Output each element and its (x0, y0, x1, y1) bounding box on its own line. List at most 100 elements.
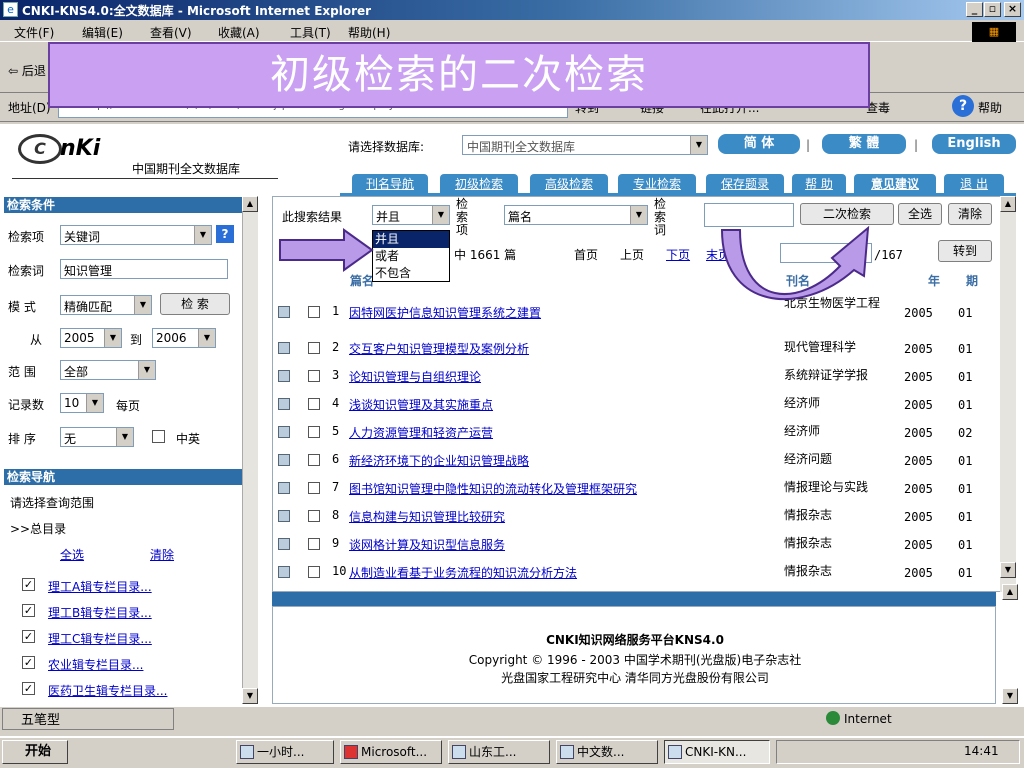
count-select-value: 10 (64, 396, 80, 410)
help-button[interactable]: 帮助 (978, 99, 1002, 116)
scroll-down-icon[interactable]: ▼ (1000, 562, 1016, 578)
result-title-link[interactable]: 图书馆知识管理中隐性知识的流动转化及管理框架研究 (349, 480, 637, 497)
ime-bar[interactable]: 五笔型 (2, 708, 174, 730)
result-title-link[interactable]: 谈网格计算及知识型信息服务 (349, 536, 505, 553)
result-title-link[interactable]: 人力资源管理和轻资产运营 (349, 424, 493, 441)
save-record-icon[interactable] (278, 454, 290, 466)
ime-name: 五笔型 (21, 713, 61, 728)
result-title-link[interactable]: 从制造业看基于业务流程的知识流分析方法 (349, 564, 577, 581)
start-button[interactable]: 开始 (2, 740, 68, 764)
results-scrollbar[interactable] (1000, 196, 1016, 592)
catalog-item[interactable]: 农业辑专栏目录... (48, 656, 143, 673)
jump-button[interactable]: 转到 (938, 240, 992, 262)
task-button[interactable]: 中文数... (556, 740, 658, 764)
save-record-icon[interactable] (278, 342, 290, 354)
catalog-item[interactable]: 理工B辑专栏目录... (48, 604, 152, 621)
save-record-icon[interactable] (278, 370, 290, 382)
back-button[interactable]: ⇦ 后退 (8, 62, 46, 79)
year-from-value: 2005 (64, 331, 95, 345)
cnki-logo-text: nKi (60, 136, 101, 161)
row-checkbox[interactable] (308, 370, 320, 382)
task-button-active[interactable]: CNKI-KN... (664, 740, 770, 764)
minimize-button[interactable]: _ (966, 2, 983, 17)
catalog-checkbox[interactable]: ✓ (22, 578, 35, 591)
result-title-link[interactable]: 论知识管理与自组织理论 (349, 368, 481, 385)
task-button[interactable]: 一小时... (236, 740, 334, 764)
save-record-icon[interactable] (278, 482, 290, 494)
zhongying-checkbox[interactable] (152, 430, 165, 443)
select-all-button[interactable]: 全选 (898, 203, 942, 225)
catalog-item[interactable]: 医药卫生辑专栏目录... (48, 682, 167, 699)
count-select[interactable]: 10 ▼ (60, 393, 104, 413)
scroll-down-icon[interactable]: ▼ (1002, 688, 1018, 704)
select-all-link[interactable]: 全选 (60, 546, 84, 563)
english-button[interactable]: English (932, 134, 1016, 154)
year-from-select[interactable]: 2005 ▼ (60, 328, 122, 348)
menu-tools[interactable]: 工具(T) (290, 24, 331, 41)
save-record-icon[interactable] (278, 566, 290, 578)
year-to-select[interactable]: 2006 ▼ (152, 328, 216, 348)
catalog-checkbox[interactable]: ✓ (22, 630, 35, 643)
row-checkbox[interactable] (308, 538, 320, 550)
scroll-up-icon[interactable]: ▲ (1000, 196, 1016, 212)
traditional-button[interactable]: 繁 體 (822, 134, 906, 154)
menu-help[interactable]: 帮助(H) (348, 24, 390, 41)
save-record-icon[interactable] (278, 510, 290, 522)
result-title-link[interactable]: 浅谈知识管理及其实施重点 (349, 396, 493, 413)
row-checkbox[interactable] (308, 566, 320, 578)
search-button[interactable]: 检 索 (160, 293, 230, 315)
help-icon[interactable]: ? (952, 95, 974, 117)
clear-button[interactable]: 清除 (948, 203, 992, 225)
result-year: 2005 (904, 342, 933, 356)
result-journal: 现代管理科学 (784, 340, 857, 354)
catalog-checkbox[interactable]: ✓ (22, 656, 35, 669)
menu-favorites[interactable]: 收藏(A) (218, 24, 260, 41)
row-checkbox[interactable] (308, 342, 320, 354)
menu-edit[interactable]: 编辑(E) (82, 24, 123, 41)
security-zone: Internet (844, 712, 892, 726)
task-label: CNKI-KN... (685, 745, 747, 759)
simplified-button[interactable]: 简 体 (718, 134, 800, 154)
save-record-icon[interactable] (278, 398, 290, 410)
scroll-down-icon[interactable]: ▼ (242, 688, 258, 704)
catalog-checkbox[interactable]: ✓ (22, 604, 35, 617)
task-button[interactable]: Microsoft... (340, 740, 442, 764)
order-select[interactable]: 无 ▼ (60, 427, 134, 447)
task-label: 中文数... (577, 745, 625, 759)
database-select[interactable]: 中国期刊全文数据库 ▼ (462, 135, 708, 155)
folder-icon (240, 745, 254, 759)
row-checkbox[interactable] (308, 426, 320, 438)
result-title-link[interactable]: 新经济环境下的企业知识管理战略 (349, 452, 529, 469)
close-button[interactable]: × (1004, 2, 1021, 17)
task-button[interactable]: 山东工... (448, 740, 550, 764)
row-number: 4 (332, 396, 340, 410)
result-journal: 情报理论与实践 (784, 480, 869, 494)
to-label: 到 (130, 333, 143, 347)
save-record-icon[interactable] (278, 538, 290, 550)
catalog-checkbox[interactable]: ✓ (22, 682, 35, 695)
row-checkbox[interactable] (308, 482, 320, 494)
catalog-item[interactable]: 理工C辑专栏目录... (48, 630, 152, 647)
catalog-item[interactable]: 理工A辑专栏目录... (48, 578, 152, 595)
menu-file[interactable]: 文件(F) (14, 24, 54, 41)
row-checkbox[interactable] (308, 398, 320, 410)
help-icon[interactable]: ? (216, 225, 234, 243)
ie-icon (452, 745, 466, 759)
row-checkbox[interactable] (308, 510, 320, 522)
per-page-label: 每页 (116, 399, 141, 413)
curved-arrow-icon (720, 225, 870, 301)
chevron-down-icon: ▼ (134, 296, 151, 314)
menu-view[interactable]: 查看(V) (150, 24, 192, 41)
maximize-button[interactable]: ▫ (984, 2, 1001, 17)
tab-exit[interactable]: 退 出 (944, 174, 1004, 194)
scroll-up-icon[interactable]: ▲ (1002, 584, 1018, 600)
result-title-link[interactable]: 交互客户知识管理模型及案例分析 (349, 340, 529, 357)
mode-select[interactable]: 精确匹配 ▼ (60, 295, 152, 315)
clear-link[interactable]: 清除 (150, 546, 174, 563)
field-select[interactable]: 关键词 ▼ (60, 225, 212, 245)
word-input[interactable]: 知识管理 (60, 259, 228, 279)
save-record-icon[interactable] (278, 426, 290, 438)
row-checkbox[interactable] (308, 454, 320, 466)
range-select[interactable]: 全部 ▼ (60, 360, 156, 380)
result-title-link[interactable]: 信息构建与知识管理比较研究 (349, 508, 505, 525)
